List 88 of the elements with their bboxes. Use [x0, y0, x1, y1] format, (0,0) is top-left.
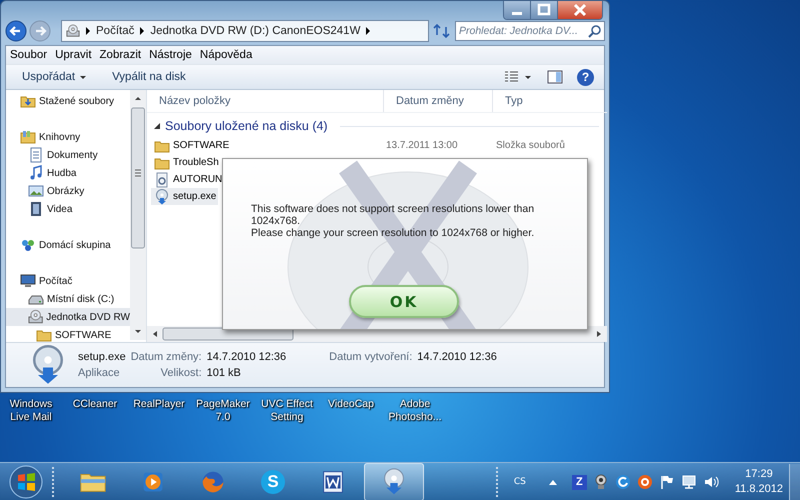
disc-drive-icon — [28, 309, 44, 325]
settings-file-icon — [154, 172, 170, 188]
file-name: setup.exe — [78, 351, 126, 363]
preview-pane-button[interactable] — [547, 69, 563, 85]
breadcrumb[interactable]: Počítač — [96, 25, 134, 37]
document-icon — [28, 147, 44, 163]
file-name: TroubleSh — [173, 157, 219, 168]
back-button[interactable] — [5, 20, 27, 42]
picture-icon — [28, 183, 44, 199]
help-button[interactable]: ? — [577, 68, 594, 86]
desktop-icon-label[interactable]: RealPlayer — [128, 398, 190, 424]
desktop-icon-label[interactable]: CCleaner — [64, 398, 126, 424]
file-name: AUTORUN — [173, 174, 222, 185]
desktop-icon-label[interactable]: PageMaker 7.0 — [192, 398, 254, 424]
ok-button[interactable]: OK — [349, 285, 459, 318]
nav-item[interactable]: Knihovny — [6, 128, 130, 146]
clock[interactable]: 17:29 11.8.2012 — [734, 467, 783, 497]
field-value: 14.7.2010 12:36 — [206, 351, 286, 363]
field-value: 101 kB — [206, 367, 242, 379]
file-row[interactable]: setup.exe — [151, 188, 218, 205]
nav-item[interactable]: Videa — [6, 200, 130, 218]
nav-item[interactable]: Domácí skupina — [6, 236, 130, 254]
field-label: Datum vytvoření: — [329, 351, 412, 363]
flag-icon[interactable] — [658, 474, 675, 490]
close-button[interactable] — [558, 1, 602, 19]
menu-item[interactable]: Upravit — [55, 49, 92, 61]
skype-icon: S — [261, 470, 285, 494]
library-icon — [20, 129, 36, 145]
people-icon — [20, 237, 36, 253]
menu-item[interactable]: Zobrazit — [100, 49, 142, 61]
column-header[interactable]: Datum změny — [384, 90, 493, 112]
desktop-icon-label[interactable]: Windows Live Mail — [0, 398, 62, 424]
minimize-button[interactable] — [504, 1, 531, 19]
file-name: setup.exe — [173, 191, 216, 202]
film-icon — [28, 201, 44, 217]
breadcrumb[interactable]: Jednotka DVD RW (D:) CanonEOS241W — [150, 25, 360, 37]
field-label: Datum změny: — [130, 351, 202, 363]
group-header[interactable]: Soubory uložené na disku (4) — [165, 119, 328, 133]
nav-item[interactable]: Počítač — [6, 272, 130, 290]
network-icon[interactable] — [680, 474, 697, 490]
message-text: This software does not support screen resolutions lower than 1024x768. — [251, 203, 536, 227]
search-field[interactable]: Prohledat: Jednotka DV... — [455, 21, 605, 41]
disc-arrow-icon — [154, 188, 170, 204]
search-icon — [588, 24, 602, 38]
toolbar-button[interactable]: Uspořádat — [16, 69, 92, 85]
message-text: Please change your screen resolution to 1024x768 or higher. — [251, 227, 536, 239]
taskbar-button[interactable] — [364, 463, 424, 500]
file-type: Složka souborů — [496, 140, 565, 151]
field-label: Velikost: — [160, 367, 202, 379]
language-indicator[interactable]: CS — [514, 477, 526, 487]
webcam-icon[interactable] — [592, 474, 609, 490]
nav-item[interactable]: Hudba — [6, 164, 130, 182]
nav-item[interactable]: Dokumenty — [6, 146, 130, 164]
nav-item[interactable]: Místní disk (C:) — [6, 290, 130, 308]
ring-icon[interactable] — [636, 474, 653, 490]
maximize-button[interactable] — [531, 1, 558, 19]
music-note-icon — [28, 165, 44, 181]
disc-drive-icon — [66, 24, 80, 38]
column-header[interactable]: Název položky — [147, 90, 384, 112]
file-name: SOFTWARE — [173, 140, 230, 151]
chevron-icon — [139, 27, 146, 35]
caret-icon — [80, 76, 86, 78]
chevron-icon — [85, 27, 91, 35]
field-value: 14.7.2010 12:36 — [417, 351, 497, 363]
desktop-icon-label[interactable]: UVC Effect Setting — [256, 398, 318, 424]
column-header[interactable]: Typ — [493, 90, 607, 112]
file-date: 13.7.2011 13:00 — [386, 140, 459, 151]
start-button[interactable] — [8, 464, 44, 500]
tray-icon[interactable]: Z — [572, 474, 587, 490]
nav-item[interactable]: Obrázky — [6, 182, 130, 200]
chevron-icon — [365, 27, 372, 35]
file-type: Aplikace — [78, 367, 121, 379]
show-hidden-icons-button[interactable] — [548, 478, 558, 486]
file-row[interactable]: AUTORUN — [151, 171, 224, 188]
collapse-arrow-icon[interactable] — [153, 122, 161, 130]
menu-item[interactable]: Nápověda — [200, 49, 252, 61]
menu-item[interactable]: Soubor — [10, 49, 48, 61]
computer-icon — [20, 273, 36, 289]
file-row[interactable]: SOFTWARE 13.7.2011 13:00 Složka souborů — [151, 137, 567, 154]
nav-item[interactable]: Jednotka DVD RW — [6, 308, 130, 326]
menu-item[interactable]: Nástroje — [149, 49, 192, 61]
nav-item[interactable]: SOFTWARE — [6, 326, 130, 342]
file-row[interactable]: TroubleSh — [151, 154, 221, 171]
toolbar-button[interactable]: Vypálit na disk — [106, 69, 192, 85]
address-field[interactable]: Počítač Jednotka DVD RW (D:) CanonEOS241W — [61, 20, 429, 42]
speaker-icon[interactable] — [702, 474, 719, 490]
nav-item[interactable]: Stažené soubory — [6, 92, 130, 110]
show-desktop-button[interactable] — [789, 464, 800, 500]
